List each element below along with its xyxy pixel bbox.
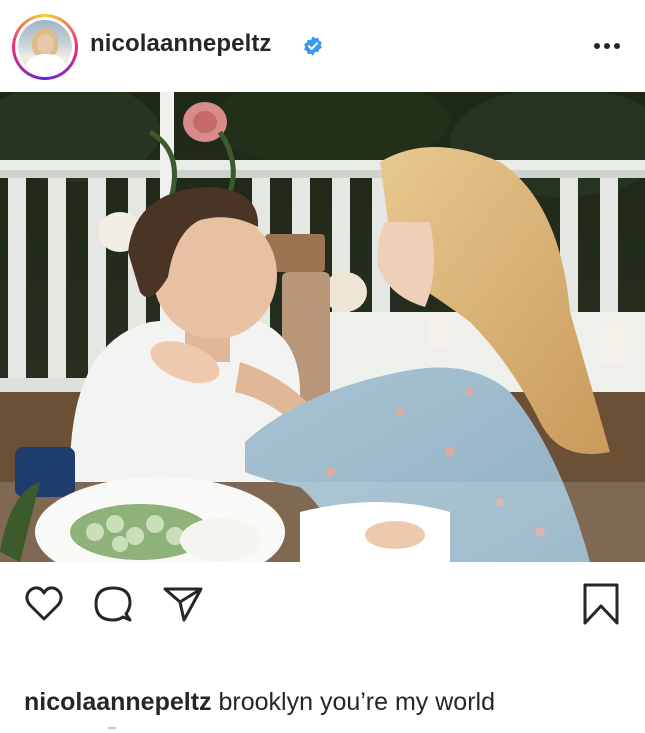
post-username[interactable]: nicolaannepeltz [90, 30, 272, 58]
caption-text: brooklyn you’re my world [218, 688, 496, 716]
post-actions [0, 562, 645, 642]
heart-icon[interactable] [24, 584, 64, 624]
more-options-icon[interactable] [590, 36, 624, 56]
caption-truncation-mark [108, 727, 116, 729]
verified-badge-icon [304, 36, 322, 56]
comment-bubble-icon[interactable] [93, 584, 133, 624]
post-header: nicolaannepeltz [0, 0, 645, 92]
caption-username[interactable]: nicolaannepeltz [24, 688, 212, 716]
post-photo[interactable] [0, 92, 645, 562]
profile-avatar[interactable] [18, 20, 72, 74]
story-ring[interactable] [12, 14, 78, 80]
post-caption: nicolaannepeltz brooklyn you’re my world [24, 688, 495, 717]
bookmark-icon[interactable] [581, 582, 621, 626]
paper-plane-icon[interactable] [162, 584, 204, 624]
